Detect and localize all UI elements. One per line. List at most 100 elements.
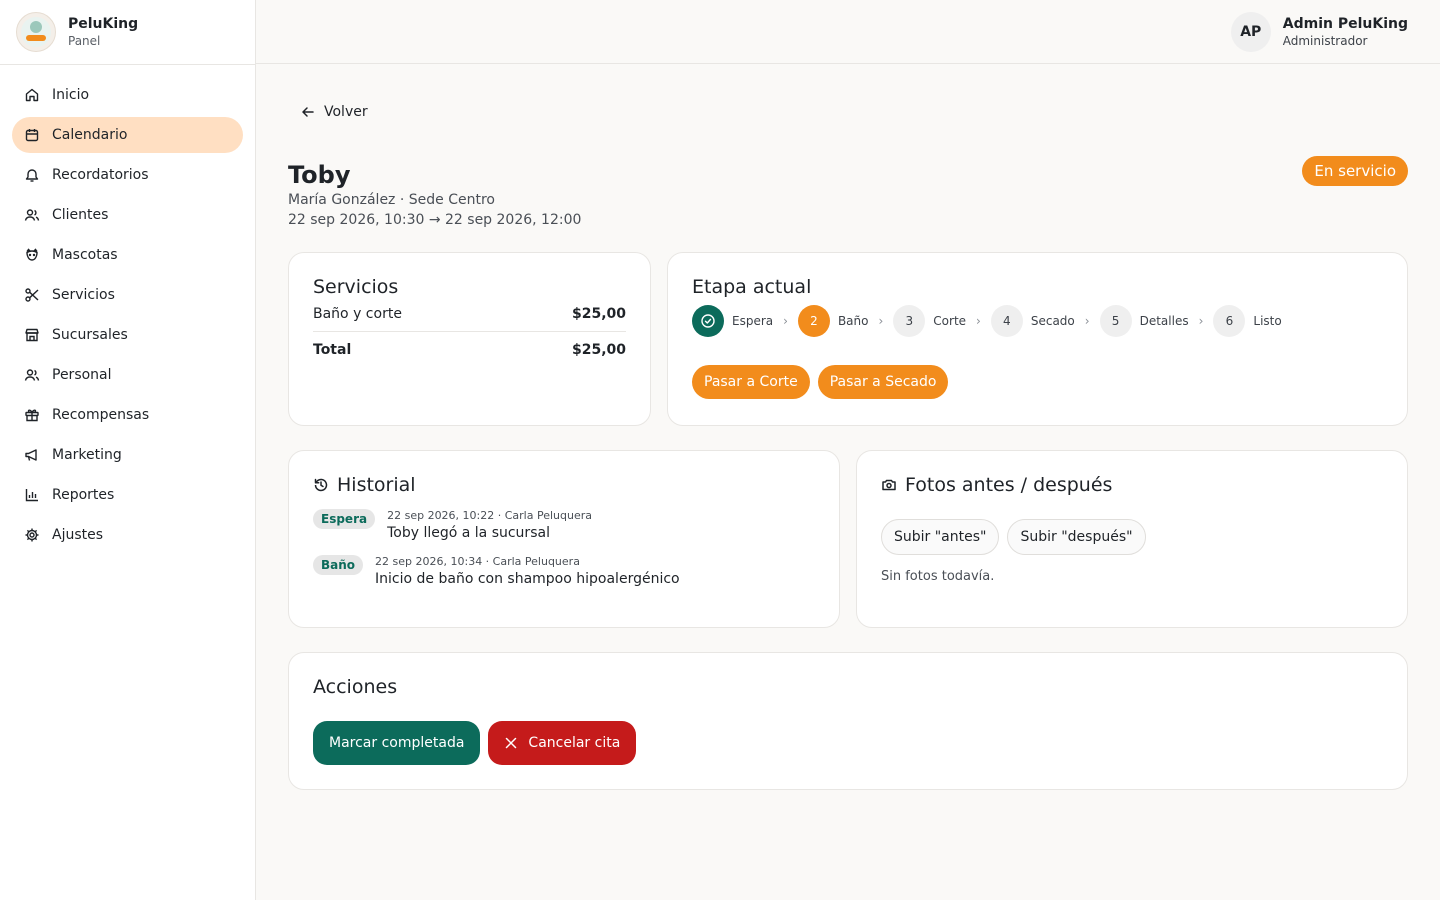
calendar-icon [25,129,39,142]
avatar: AP [1230,12,1271,52]
users-icon [24,209,40,221]
upload-after-button[interactable]: Subir "después" [1007,519,1146,555]
bell-icon [25,169,39,182]
service-row: Baño y corte $25,00 [313,305,626,332]
step-number: 4 [990,305,1023,337]
sidebar-item-servicios[interactable]: Servicios [12,277,243,313]
step-bano: 2 Baño [797,305,869,337]
close-icon [506,737,517,749]
step-detalles: 5 Detalles [1099,305,1189,337]
stage-title: Etapa actual [692,276,812,298]
history-title: Historial [337,474,416,496]
sidebar-item-label: Recompensas [52,407,150,423]
services-title: Servicios [313,276,399,298]
mark-completed-button[interactable]: Marcar completada [313,721,481,765]
history-icon [314,478,328,492]
chevron-right-icon: › [1084,314,1090,328]
sidebar-item-recordatorios[interactable]: Recordatorios [12,157,243,193]
sidebar-item-ajustes[interactable]: Ajustes [12,517,243,553]
step-label: Baño [837,314,869,328]
staff-icon [24,369,40,381]
stage-tag: Espera [313,509,376,529]
user-name: Admin PeluKing [1282,16,1408,32]
chevron-right-icon: › [878,314,884,328]
actions-card: Acciones Marcar completada Cancelar cita [288,652,1408,790]
photos-title: Fotos antes / después [905,474,1113,496]
sidebar-item-mascotas[interactable]: Mascotas [12,237,243,273]
sidebar-item-label: Recordatorios [52,167,149,183]
sidebar-item-label: Personal [52,367,112,383]
gift-icon [25,409,39,422]
store-icon [25,328,39,342]
step-number: 5 [1099,305,1132,337]
photos-card: Fotos antes / después Subir "antes" Subi… [856,450,1408,628]
sidebar-item-label: Calendario [52,127,128,143]
step-done-circle [692,305,724,337]
status-badge: En servicio [1302,156,1408,186]
advance-to-corte-button[interactable]: Pasar a Corte [692,365,810,399]
chevron-right-icon: › [1198,314,1204,328]
sidebar-item-clientes[interactable]: Clientes [12,197,243,233]
sidebar-item-label: Inicio [52,87,90,103]
service-price: $25,00 [571,306,626,322]
sidebar-item-recompensas[interactable]: Recompensas [12,397,243,433]
list-item: Espera 22 sep 2026, 10:22 · Carla Peluqu… [313,509,815,543]
history-meta: 22 sep 2026, 10:22 · Carla Peluquera [387,509,593,522]
chart-icon [25,489,38,502]
sidebar-item-personal[interactable]: Personal [12,357,243,393]
sidebar: PeluKing Panel Inicio Calendario Recorda… [0,0,256,900]
step-label: Espera [732,314,774,328]
step-espera: Espera [692,305,773,337]
sidebar-item-marketing[interactable]: Marketing [12,437,243,473]
history-meta: 22 sep 2026, 10:34 · Carla Peluquera [375,555,580,568]
step-corte: 3 Corte [893,305,966,337]
user-menu[interactable]: AP Admin PeluKing Administrador [1230,12,1408,52]
sidebar-item-calendario[interactable]: Calendario [12,117,243,153]
mark-completed-label: Marcar completada [329,735,465,751]
sidebar-item-label: Ajustes [52,527,104,543]
total-row: Total $25,00 [313,342,626,358]
step-label: Secado [1030,314,1075,328]
chevron-right-icon: › [976,314,981,328]
paw-icon [26,248,38,261]
list-item: Baño 22 sep 2026, 10:34 · Carla Peluquer… [313,555,815,589]
back-button[interactable]: Volver [300,104,368,120]
owner-line: María González · Sede Centro [288,192,495,208]
cancel-appointment-button[interactable]: Cancelar cita [488,721,637,765]
history-text: Toby llegó a la sucursal [387,525,550,541]
service-name: Baño y corte [313,306,402,322]
total-label: Total [313,342,352,358]
photos-empty-text: Sin fotos todavía. [881,569,995,584]
sidebar-nav: Inicio Calendario Recordatorios Clientes… [0,65,255,569]
actions-title: Acciones [313,676,398,698]
page-title: Toby [288,161,351,189]
step-listo: 6 Listo [1213,305,1282,337]
stage-card: Etapa actual Espera › 2 Baño › 3 Corte ›… [667,252,1408,426]
scissors-icon [25,288,39,302]
upload-before-button[interactable]: Subir "antes" [881,519,1000,555]
back-label: Volver [324,104,368,120]
advance-to-secado-button[interactable]: Pasar a Secado [817,365,949,399]
sidebar-item-inicio[interactable]: Inicio [12,77,243,113]
step-number: 6 [1213,305,1246,337]
sidebar-item-reportes[interactable]: Reportes [12,477,243,513]
brand-subtitle: Panel [68,34,101,48]
brand-logo [16,12,56,52]
step-label: Detalles [1139,314,1189,328]
gear-icon [25,528,39,542]
sidebar-item-label: Marketing [52,447,122,463]
home-icon [25,88,39,102]
history-card: Historial Espera 22 sep 2026, 10:22 · Ca… [288,450,840,628]
sidebar-item-label: Servicios [52,287,115,303]
check-circle-icon [701,314,715,328]
camera-icon [882,479,896,491]
sidebar-item-label: Sucursales [52,327,128,343]
total-value: $25,00 [571,342,626,358]
cancel-appointment-label: Cancelar cita [528,735,621,751]
step-secado: 4 Secado [990,305,1075,337]
sidebar-item-sucursales[interactable]: Sucursales [12,317,243,353]
services-card: Servicios Baño y corte $25,00 Total $25,… [288,252,651,426]
top-bar: AP Admin PeluKing Administrador [256,0,1440,64]
history-text: Inicio de baño con shampoo hipoalergénic… [375,571,680,587]
arrow-left-icon [302,107,314,117]
